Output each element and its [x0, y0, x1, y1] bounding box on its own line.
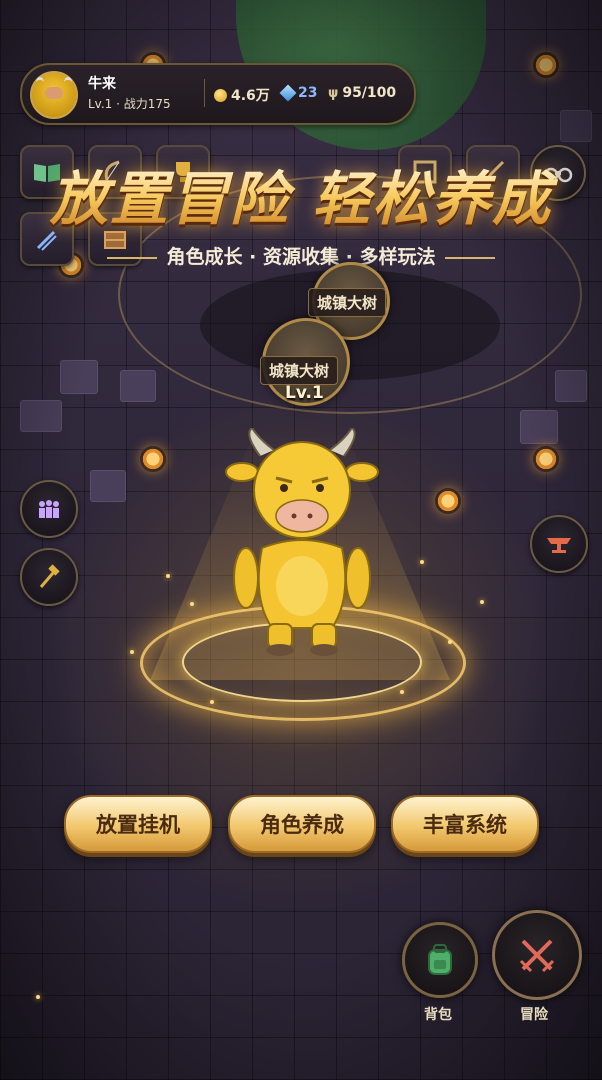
stone-block — [60, 360, 98, 394]
rich-systems-button[interactable]: 丰富系统 — [391, 795, 539, 853]
stone-block — [20, 400, 62, 432]
sparkle — [130, 650, 134, 654]
player-name: 牛来 — [88, 76, 116, 92]
sparkle — [448, 640, 452, 644]
lamp-light — [140, 446, 166, 472]
stamina-value: 95/100 — [342, 85, 397, 101]
crossed-swords-icon — [519, 939, 555, 973]
avatar-face — [45, 87, 63, 99]
player-level-power: Lv.1 · 战力175 — [88, 97, 171, 111]
sparkle — [190, 602, 194, 606]
building-level: Lv.1 — [285, 383, 324, 403]
hammer-icon — [39, 564, 60, 588]
avatar[interactable] — [30, 71, 78, 119]
divider — [204, 79, 205, 107]
sparkle — [400, 690, 404, 694]
adventure-button[interactable] — [492, 910, 582, 1000]
anvil-icon — [547, 538, 571, 553]
gold-value: 4.6万 — [231, 88, 270, 104]
building-label: 城镇大树 — [260, 356, 339, 385]
lamp-light — [533, 52, 559, 78]
horn-icon — [64, 77, 72, 88]
sparkle — [36, 995, 40, 999]
guild-button[interactable] — [20, 480, 78, 538]
stone-block — [560, 110, 592, 142]
sparkle — [166, 574, 170, 578]
sparkle — [420, 560, 424, 564]
stone-block — [120, 370, 156, 402]
promo-subtitle: 角色成长 · 资源收集 · 多样玩法 — [0, 242, 602, 269]
idle-afk-button[interactable]: 放置挂机 — [64, 795, 212, 853]
gold-counter[interactable]: 4.6万 — [214, 85, 270, 105]
backpack-icon — [428, 944, 452, 975]
hero-bull-character[interactable] — [222, 428, 382, 660]
stamina-counter[interactable]: ψ 95/100 — [328, 85, 396, 101]
bag-button[interactable] — [402, 922, 478, 998]
sparkle — [210, 700, 214, 704]
sparkle — [480, 600, 484, 604]
divider — [445, 256, 496, 259]
gem-value: 23 — [298, 85, 318, 101]
promo-subtitle-text: 角色成长 · 资源收集 · 多样玩法 — [166, 246, 436, 268]
forge-button[interactable] — [530, 515, 588, 573]
gather-button[interactable] — [20, 548, 78, 606]
building-label: 城镇大树 — [308, 288, 387, 317]
character-growth-button[interactable]: 角色养成 — [228, 795, 376, 853]
bag-label: 背包 — [424, 1007, 452, 1023]
gem-counter[interactable]: 23 — [279, 84, 318, 102]
lamp-light — [533, 446, 559, 472]
player-status-bar[interactable]: 牛来 Lv.1 · 战力175 4.6万 23 ψ 95/100 — [20, 63, 416, 125]
stone-block — [555, 370, 587, 402]
horn-icon — [36, 77, 44, 88]
stone-block — [520, 410, 558, 444]
crowd-icon — [39, 500, 59, 518]
promo-headline: 放置冒险 轻松养成 — [0, 152, 602, 236]
stamina-icon: ψ — [328, 85, 339, 101]
coin-icon — [214, 88, 227, 102]
gem-icon — [279, 84, 297, 102]
divider — [106, 256, 157, 259]
stone-block — [90, 470, 126, 502]
lamp-light — [435, 488, 461, 514]
adventure-label: 冒险 — [520, 1007, 548, 1023]
